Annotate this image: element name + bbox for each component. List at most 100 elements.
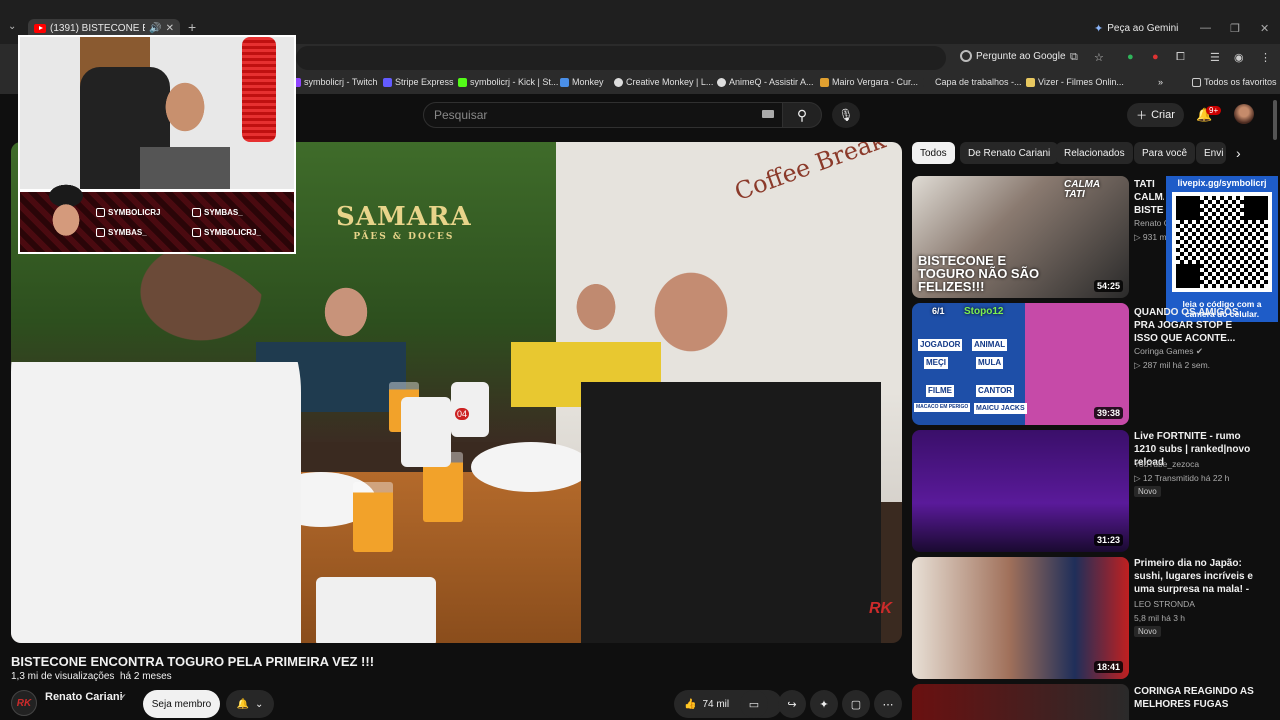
dislike-button[interactable]: ▭ — [740, 690, 768, 718]
social-tiktok: SYMBAS_ — [192, 208, 243, 217]
rec-thumb-cell: MAICU JACKS — [974, 403, 1027, 414]
rec-channel[interactable]: LEO STRONDA — [1134, 599, 1195, 609]
subscription-bell-button[interactable]: 🔔 ⌄ — [226, 690, 274, 718]
rec-thumbnail[interactable] — [912, 684, 1129, 720]
rec-title[interactable]: Primeiro dia no Japão: sushi, lugares in… — [1134, 557, 1258, 596]
rec-thumbnail[interactable]: 6/1 Stopo12 JOGADOR ANIMAL MEÇI MULA FIL… — [912, 303, 1129, 425]
scene-sign: SAMARA PÃES & DOCES — [336, 202, 472, 242]
rec-channel[interactable]: Renato C — [1134, 218, 1170, 228]
view-count: 1,3 mi de visualizações — [11, 671, 115, 682]
tab-search-icon[interactable]: ⌄ — [8, 21, 16, 32]
bookmark-item[interactable]: Creative Monkey | L... — [614, 77, 713, 87]
rec-thumb-cell: FILME — [926, 385, 954, 397]
search-button[interactable]: ⚲ — [782, 102, 822, 128]
rec-title[interactable]: TATI CALMA BISTECONE CLIMA — [1134, 178, 1164, 217]
new-tab-icon[interactable]: + — [188, 19, 196, 35]
instagram-icon — [192, 228, 201, 237]
channel-watermark[interactable]: RK — [869, 600, 892, 618]
join-button[interactable]: Seja membro — [143, 690, 220, 718]
bookmark-item[interactable]: Stripe Express — [383, 77, 454, 87]
rec-title[interactable]: CORINGA REAGINDO AS MELHORES FUGAS — [1134, 685, 1258, 711]
rec-thumb-cell: CANTOR — [976, 385, 1015, 397]
twitch-icon — [96, 208, 105, 217]
browser-menu-icon[interactable]: ⋮ — [1260, 51, 1271, 64]
gemini-button[interactable]: ✦ Peça ao Gemini — [1094, 22, 1178, 35]
rec-title[interactable]: QUANDO OS AMIGOS PRA JOGAR STOP E ISSO Q… — [1134, 306, 1258, 345]
profile-icon[interactable]: ◉ — [1234, 51, 1244, 64]
extensions-puzzle-icon[interactable]: ⧠ — [1176, 51, 1185, 64]
chip-for-you[interactable]: Para você — [1134, 142, 1196, 164]
qr-code — [1172, 192, 1272, 292]
streamer-webcam — [18, 35, 296, 191]
chip-related[interactable]: Relacionados — [1056, 142, 1133, 164]
bookmark-item[interactable]: Mairo Vergara - Cur... — [820, 77, 918, 87]
notification-badge: 9+ — [1206, 106, 1222, 115]
verified-badge-icon: ✔ — [119, 692, 127, 702]
rec-thumb-text: CALMA TATI — [1064, 179, 1100, 200]
bookmark-favicon-icon — [923, 77, 932, 87]
keyboard-icon[interactable] — [762, 110, 774, 118]
globe-icon — [614, 77, 623, 87]
create-button[interactable]: ＋ Criar — [1127, 103, 1184, 127]
rec-thumb-cell: MULA — [976, 357, 1004, 369]
chip-all[interactable]: Todos — [912, 142, 955, 164]
live-icon: ▷ — [1134, 473, 1141, 483]
share-icon: ↪ — [787, 698, 797, 711]
all-bookmarks[interactable]: Todos os favoritos — [1192, 77, 1277, 87]
page-scrollbar[interactable] — [1272, 96, 1278, 686]
stripe-icon — [383, 77, 392, 87]
rec-channel[interactable]: Coringa Games ✔ — [1134, 346, 1203, 357]
reading-list-icon[interactable]: ☰ — [1210, 51, 1220, 64]
gemini-icon: ✦ — [1094, 23, 1104, 35]
google-lens-icon — [960, 50, 972, 62]
maximize-icon[interactable]: ❐ — [1230, 22, 1240, 35]
video-meta[interactable]: 1,3 mi de visualizações há 2 meses — [11, 671, 172, 682]
rec-stats: ▷ 287 mil há 2 sem. — [1134, 360, 1211, 370]
user-avatar[interactable] — [1234, 104, 1254, 124]
install-app-icon[interactable]: ⧉ — [1070, 51, 1078, 64]
bookmark-star-icon[interactable]: ☆ — [1094, 51, 1104, 64]
bookmarks-overflow-icon[interactable]: » — [1158, 77, 1163, 87]
chip-channel[interactable]: De Renato Cariani — [960, 142, 1059, 164]
rec-thumb-cell: MACACO EM PERIGO — [914, 403, 971, 412]
channel-name[interactable]: Renato Cariani — [45, 691, 123, 703]
rec-channel[interactable]: YouTube_zezoca — [1134, 459, 1199, 469]
extension-green-icon[interactable]: ● — [1127, 51, 1134, 63]
bookmark-item[interactable]: Capa de trabalhos -... — [923, 77, 1022, 87]
rec-thumbnail[interactable]: 18:41 — [912, 557, 1129, 679]
save-button[interactable]: ▢ — [842, 690, 870, 718]
scrollbar-thumb[interactable] — [1273, 100, 1277, 140]
address-bar[interactable] — [296, 46, 946, 70]
extension-red-icon[interactable]: ● — [1152, 51, 1159, 63]
like-count: 74 mil — [702, 698, 730, 710]
rec-thumbnail[interactable]: BISTECONE E TOGURO NÃO SÃO FELIZES!!! CA… — [912, 176, 1129, 298]
rec-stats: ▷ 931 m — [1134, 232, 1167, 242]
magic-button[interactable]: ✦ — [810, 690, 838, 718]
bookmark-item[interactable]: symbolicrj - Twitch — [292, 77, 377, 87]
rec-thumbnail[interactable]: 31:23 — [912, 430, 1129, 552]
audio-icon[interactable]: 🔊 — [149, 23, 161, 34]
bookmark-favicon-icon — [1026, 77, 1035, 87]
more-actions-button[interactable]: ⋯ — [874, 690, 902, 718]
bookmark-item[interactable]: Monkey — [560, 77, 604, 87]
bookmark-item[interactable]: AnimeQ - Assistir A... — [717, 77, 814, 87]
chip-uploaded[interactable]: Envi — [1196, 142, 1226, 164]
close-tab-icon[interactable]: ✕ — [166, 23, 174, 34]
upload-age: há 2 meses — [119, 671, 172, 682]
bookmark-item[interactable]: symbolicrj - Kick | St... — [458, 77, 558, 87]
chevron-right-icon[interactable]: › — [1236, 145, 1241, 161]
bookmark-item[interactable]: Vizer - Filmes Onlin... — [1026, 77, 1124, 87]
kick-icon — [458, 77, 467, 87]
close-window-icon[interactable]: ✕ — [1260, 22, 1269, 35]
voice-search-button[interactable]: 🎙 — [832, 102, 860, 128]
ask-google-button[interactable]: Pergunte ao Google — [960, 50, 1066, 62]
channel-avatar[interactable]: RK — [11, 690, 37, 716]
social-instagram: SYMBOLICRJ_ — [192, 228, 261, 237]
scene-person-black-shirt — [581, 232, 881, 643]
verified-icon: ✔ — [1195, 346, 1204, 356]
monkey-icon — [560, 77, 569, 87]
minimize-icon[interactable]: — — [1200, 22, 1211, 34]
bell-icon: 🔔 — [236, 698, 250, 710]
share-button[interactable]: ↪ — [778, 690, 806, 718]
search-input[interactable]: Pesquisar — [434, 108, 487, 122]
